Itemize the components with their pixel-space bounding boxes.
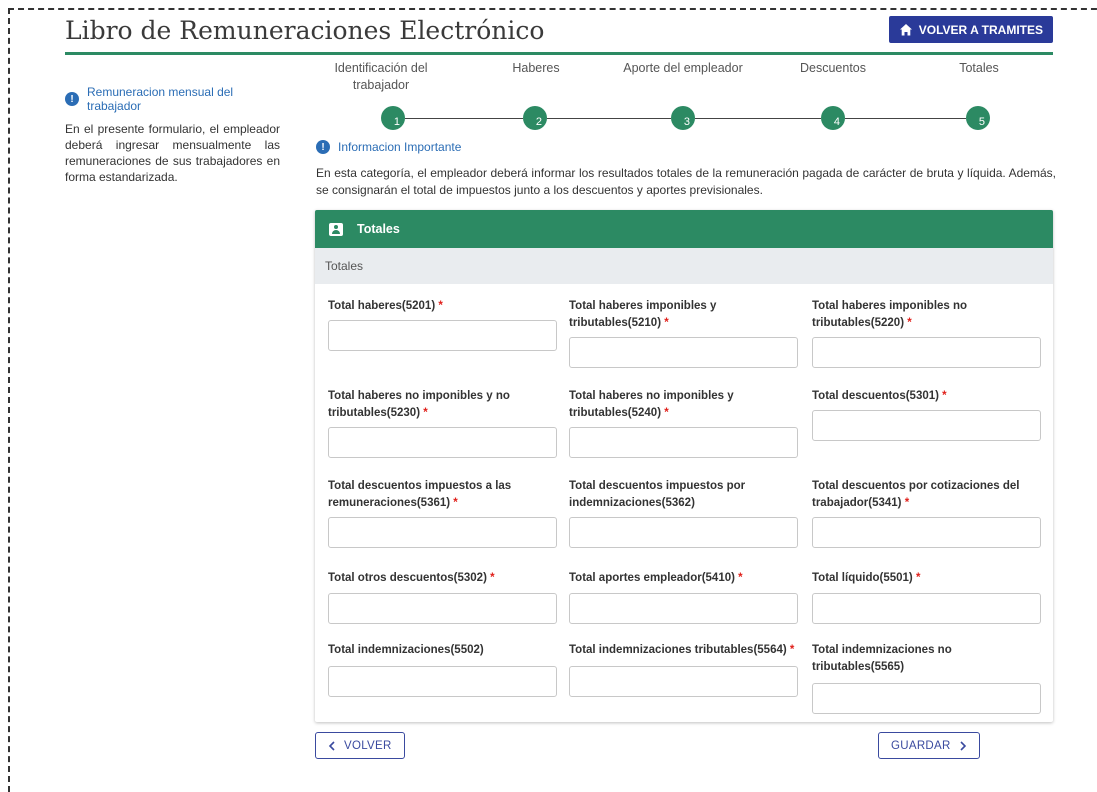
field-label: Total descuentos impuestos por indemniza… (569, 480, 746, 509)
total-otros-descuentos-input[interactable] (328, 593, 557, 624)
field-total-liquido: Total líquido(5501) * (812, 570, 1041, 624)
card-subheader: Totales (315, 248, 1053, 284)
step-1[interactable]: 1 (381, 106, 405, 130)
back-to-procedures-label: VOLVER A TRAMITES (918, 22, 1043, 37)
sidebar-text: En el presente formulario, el empleador … (65, 122, 280, 184)
total-indemnizaciones-input[interactable] (328, 666, 557, 697)
field-label: Total indemnizaciones(5502) (328, 644, 484, 656)
field-label: Total indemnizaciones tributables(5564) … (569, 644, 795, 656)
field-total-aportes-empleador: Total aportes empleador(5410) * (569, 570, 798, 624)
page-title: Libro de Remuneraciones Electrónico (65, 16, 545, 45)
total-haberes-no-imponibles-tributables-input[interactable] (569, 427, 798, 458)
field-label: Total indemnizaciones no tributables(556… (812, 644, 952, 673)
field-label: Total haberes imponibles no tributables(… (812, 300, 968, 329)
home-icon (899, 23, 912, 35)
stepper: Identificación del trabajador Haberes Ap… (316, 60, 1056, 130)
info-icon: ! (65, 92, 79, 106)
field-total-haberes-imponibles-tributables: Total haberes imponibles y tributables(5… (569, 298, 798, 368)
step-label-3: Aporte del empleador (623, 61, 743, 75)
back-button[interactable]: VOLVER (315, 732, 405, 759)
field-total-haberes-imponibles-no-tributables: Total haberes imponibles no tributables(… (812, 298, 1041, 368)
important-info: ! Informacion Importante (316, 140, 461, 154)
field-total-haberes-no-imponibles-no-tributables: Total haberes no imponibles y no tributa… (328, 388, 557, 458)
field-total-haberes: Total haberes(5201) * (328, 298, 557, 351)
step-label-2: Haberes (512, 61, 560, 75)
step-2[interactable]: 2 (523, 106, 547, 130)
card-title: Totales (357, 222, 400, 236)
field-label: Total descuentos(5301) * (812, 390, 947, 402)
step-label-5: Totales (959, 61, 999, 75)
field-total-descuentos: Total descuentos(5301) * (812, 388, 1041, 441)
step-5[interactable]: 5 (966, 106, 990, 130)
field-label: Total descuentos impuestos a las remuner… (328, 480, 512, 509)
field-total-otros-descuentos: Total otros descuentos(5302) * (328, 570, 557, 624)
person-card-icon (329, 222, 343, 236)
field-total-indemnizaciones: Total indemnizaciones(5502) (328, 642, 557, 697)
sidebar: ! Remuneracion mensual del trabajador En… (65, 85, 280, 185)
total-descuentos-impuestos-remuneraciones-input[interactable] (328, 517, 557, 548)
info-icon: ! (316, 140, 330, 154)
total-haberes-imponibles-tributables-input[interactable] (569, 337, 798, 368)
field-label: Total otros descuentos(5302) * (328, 572, 495, 584)
field-label: Total haberes no imponibles y tributable… (569, 390, 734, 419)
back-to-procedures-button[interactable]: VOLVER A TRAMITES (888, 16, 1053, 43)
step-label-1: Identificación del trabajador (334, 61, 428, 92)
field-label: Total haberes(5201) * (328, 300, 443, 312)
field-total-haberes-no-imponibles-tributables: Total haberes no imponibles y tributable… (569, 388, 798, 458)
field-label: Total haberes no imponibles y no tributa… (328, 390, 510, 419)
field-label: Total líquido(5501) * (812, 572, 921, 584)
total-haberes-no-imponibles-no-tributables-input[interactable] (328, 427, 557, 458)
chevron-left-icon (328, 740, 335, 751)
save-button-label: GUARDAR (891, 739, 951, 752)
back-button-label: VOLVER (344, 739, 392, 752)
important-info-text: En esta categoría, el empleador deberá i… (316, 166, 1056, 197)
total-aportes-empleador-input[interactable] (569, 593, 798, 624)
step-connector (845, 118, 966, 119)
total-indemnizaciones-tributables-input[interactable] (569, 666, 798, 697)
field-total-descuentos-impuestos-indemnizaciones: Total descuentos impuestos por indemniza… (569, 478, 798, 548)
field-total-indemnizaciones-tributables: Total indemnizaciones tributables(5564) … (569, 642, 798, 697)
field-label: Total aportes empleador(5410) * (569, 572, 743, 584)
step-connector (695, 118, 821, 119)
total-descuentos-cotizaciones-input[interactable] (812, 517, 1041, 548)
step-connector (547, 118, 671, 119)
total-descuentos-input[interactable] (812, 410, 1041, 441)
sidebar-info: ! Remuneracion mensual del trabajador (65, 85, 280, 113)
step-4[interactable]: 4 (821, 106, 845, 130)
chevron-right-icon (960, 740, 966, 751)
step-connector (405, 118, 523, 119)
save-button[interactable]: GUARDAR (878, 732, 980, 759)
field-total-descuentos-cotizaciones: Total descuentos por cotizaciones del tr… (812, 478, 1041, 548)
total-haberes-input[interactable] (328, 320, 557, 351)
total-liquido-input[interactable] (812, 593, 1041, 624)
total-haberes-imponibles-no-tributables-input[interactable] (812, 337, 1041, 368)
field-label: Total haberes imponibles y tributables(5… (569, 300, 717, 329)
totals-card: Totales Totales Total haberes(5201) * To… (315, 210, 1053, 722)
field-total-descuentos-impuestos-remuneraciones: Total descuentos impuestos a las remuner… (328, 478, 557, 548)
field-label: Total descuentos por cotizaciones del tr… (812, 480, 1020, 509)
card-header: Totales (315, 210, 1053, 248)
sidebar-info-title: Remuneracion mensual del trabajador (87, 85, 234, 113)
step-3[interactable]: 3 (671, 106, 695, 130)
step-label-4: Descuentos (799, 61, 866, 75)
total-indemnizaciones-no-tributables-input[interactable] (812, 683, 1041, 714)
field-total-indemnizaciones-no-tributables: Total indemnizaciones no tributables(556… (812, 642, 1041, 714)
important-info-title: Informacion Importante (338, 140, 462, 154)
page-header: Libro de Remuneraciones Electrónico VOLV… (65, 12, 1053, 55)
total-descuentos-impuestos-indemnizaciones-input[interactable] (569, 517, 798, 548)
